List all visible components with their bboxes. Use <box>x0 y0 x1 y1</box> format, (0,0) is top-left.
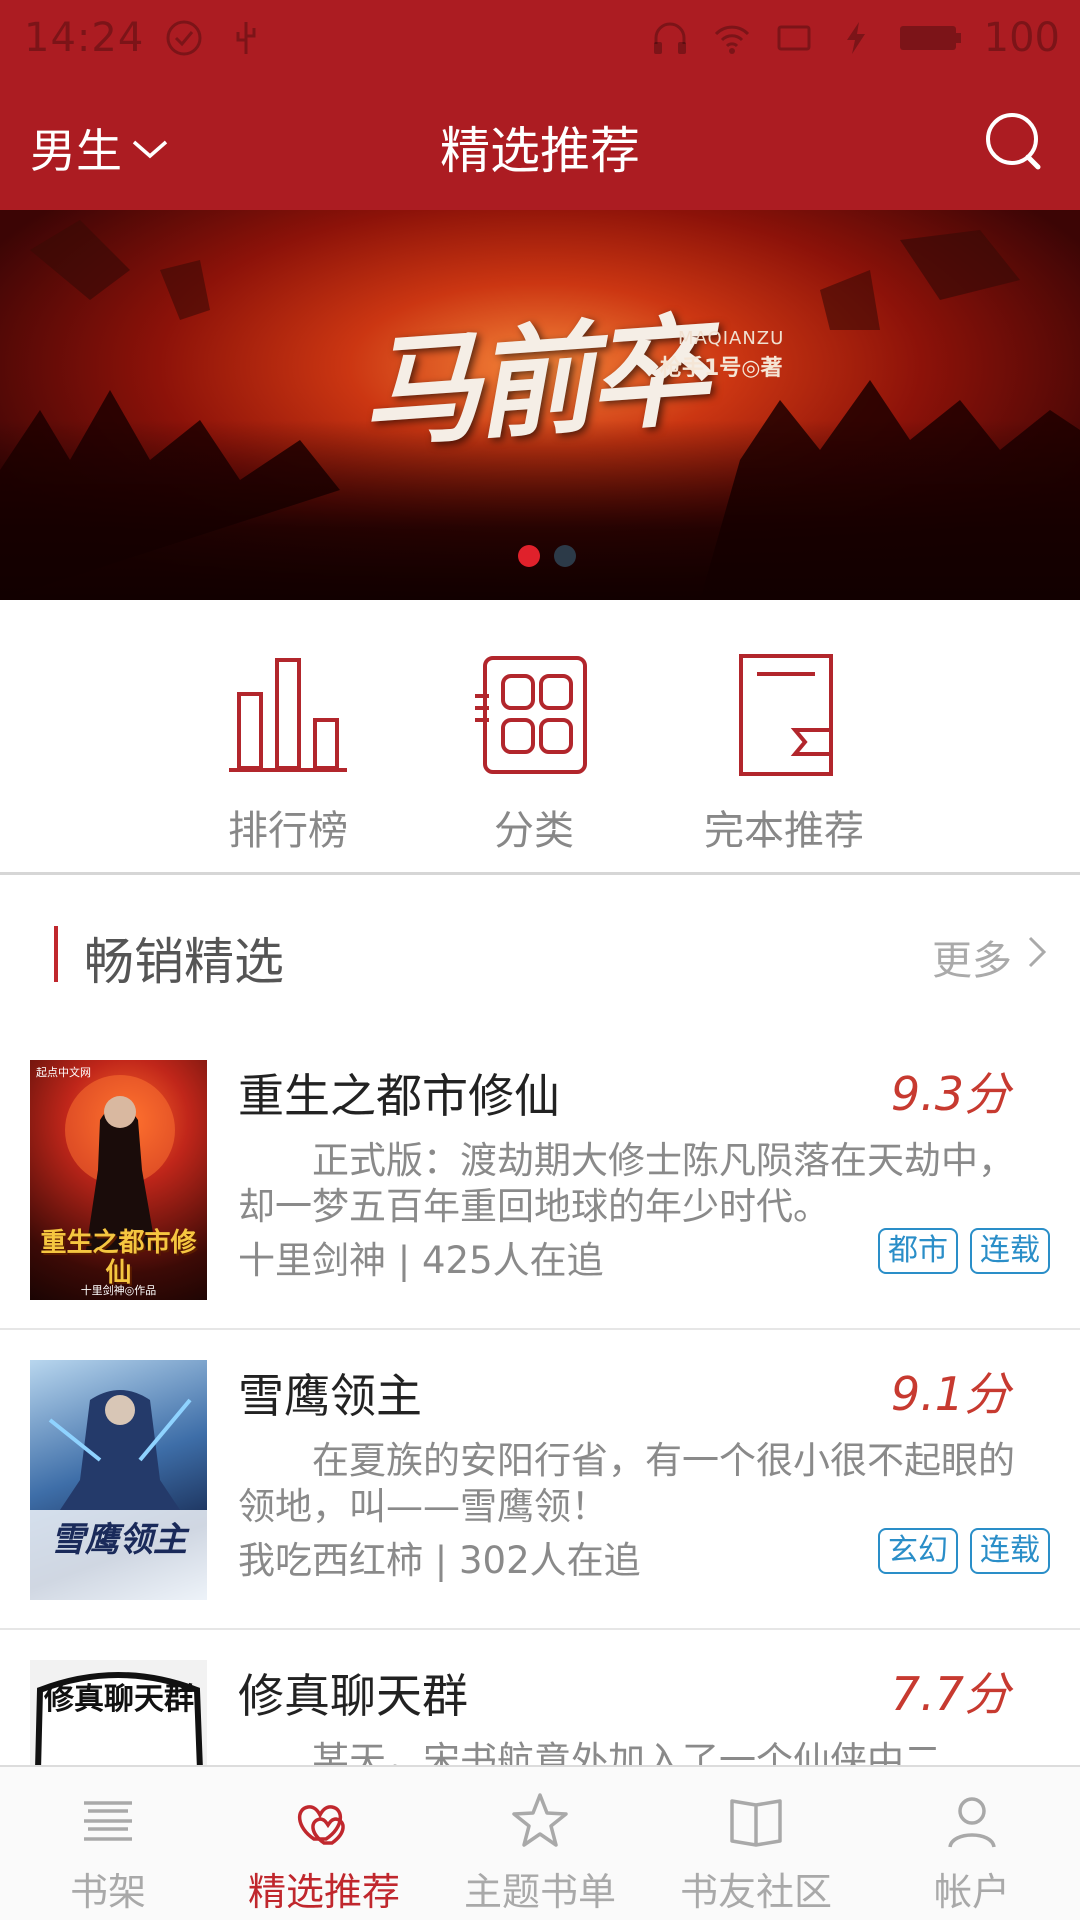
status-tag[interactable]: 连载 <box>970 1528 1050 1574</box>
banner-dot[interactable] <box>554 545 576 567</box>
tab-label: 精选推荐 <box>247 1870 400 1914</box>
book-complete-icon <box>719 650 849 780</box>
wifi-icon <box>710 16 754 60</box>
promo-banner[interactable]: 马前卒 MAQIANZU 枪手1号◎著 <box>0 210 1080 600</box>
cover-figure-illustration <box>30 1390 207 1600</box>
status-bar: 14:24 100 <box>0 0 1080 75</box>
hearts-icon <box>292 1789 356 1853</box>
bar-chart-icon <box>223 650 353 780</box>
book-description: 正式版：渡劫期大修士陈凡陨落在天劫中，却一梦五百年重回地球的年少时代。 <box>238 1139 1015 1228</box>
tab-label: 帐户 <box>933 1870 1010 1914</box>
category-grid-icon <box>469 650 599 780</box>
tab-account[interactable]: 帐户 <box>864 1767 1080 1920</box>
book-meta: 我吃西红柿 | 302人在追 <box>238 1539 641 1582</box>
quick-nav-categories[interactable]: 分类 <box>424 650 644 856</box>
book-score: 9.3分 <box>890 1067 1010 1121</box>
banner-book-latin: MAQIANZU <box>678 328 785 349</box>
book-score: 9.1分 <box>890 1367 1010 1421</box>
book-cover[interactable]: 雪鹰领主 <box>30 1360 207 1600</box>
check-circle-icon <box>162 16 206 60</box>
status-time: 14:24 <box>24 14 145 61</box>
banner-pagination <box>518 545 576 567</box>
more-link[interactable]: 更多 <box>932 928 1050 986</box>
cover-title-text: 修真聊天群 <box>44 1682 194 1717</box>
cover-title-text: 重生之都市修仙 <box>40 1228 197 1288</box>
banner-book-title: 马前卒 <box>356 300 708 465</box>
genre-tag[interactable]: 玄幻 <box>878 1528 958 1574</box>
quick-nav-rankings[interactable]: 排行榜 <box>178 650 398 856</box>
charging-icon <box>834 16 878 60</box>
screen-icon <box>772 16 816 60</box>
tab-label: 主题书单 <box>463 1870 616 1914</box>
more-link-label: 更多 <box>932 938 1012 984</box>
quick-nav-completed[interactable]: 完本推荐 <box>674 650 894 856</box>
tab-label: 书友社区 <box>679 1870 832 1914</box>
book-tags: 玄幻 连载 <box>878 1528 1050 1574</box>
tab-bookshelf[interactable]: 书架 <box>0 1767 216 1920</box>
book-title: 雪鹰领主 <box>238 1369 422 1423</box>
battery-icon <box>896 16 966 60</box>
book-description: 在夏族的安阳行省，有一个很小很不起眼的领地，叫——雪鹰领！ <box>238 1439 1015 1528</box>
genre-tag[interactable]: 都市 <box>878 1228 958 1274</box>
quick-nav-label: 分类 <box>494 808 574 854</box>
headphones-icon <box>648 16 692 60</box>
book-tags: 都市 连载 <box>878 1228 1050 1274</box>
tab-label: 书架 <box>69 1870 146 1914</box>
book-cover[interactable]: 起点中文网 重生之都市修仙 十里剑神◎作品 <box>30 1060 207 1300</box>
banner-book-author: 枪手1号◎著 <box>660 356 783 381</box>
cover-caption: 十里剑神◎作品 <box>80 1284 157 1297</box>
book-list-item[interactable]: 起点中文网 重生之都市修仙 十里剑神◎作品 重生之都市修仙 9.3分 正式版：渡… <box>0 1030 1080 1330</box>
bottom-nav: 书架 精选推荐 主题书单 书友社区 帐户 <box>0 1765 1080 1920</box>
status-right: 100 <box>648 15 1060 61</box>
tab-featured[interactable]: 精选推荐 <box>216 1767 432 1920</box>
banner-dot-active[interactable] <box>518 545 540 567</box>
tab-community[interactable]: 书友社区 <box>648 1767 864 1920</box>
section-title: 畅销精选 <box>84 933 284 991</box>
status-left: 14:24 <box>24 15 268 61</box>
book-meta: 十里剑神 | 425人在追 <box>238 1239 604 1282</box>
open-book-icon <box>724 1789 788 1853</box>
book-title: 修真聊天群 <box>238 1669 468 1723</box>
quick-nav-label: 排行榜 <box>228 808 348 854</box>
user-icon <box>940 1789 1004 1853</box>
book-list-item[interactable]: 雪鹰领主 雪鹰领主 9.1分 在夏族的安阳行省，有一个很小很不起眼的领地，叫——… <box>0 1330 1080 1630</box>
book-score: 7.7分 <box>890 1667 1010 1721</box>
quick-nav: 排行榜 分类 完本推荐 <box>0 600 1080 875</box>
usb-icon <box>224 16 268 60</box>
bookshelf-icon <box>76 1789 140 1853</box>
tab-themed-lists[interactable]: 主题书单 <box>432 1767 648 1920</box>
cover-title-text: 雪鹰领主 <box>51 1520 187 1560</box>
app-bar: 男生 精选推荐 <box>0 75 1080 210</box>
cover-publisher: 起点中文网 <box>36 1066 91 1079</box>
quick-nav-label: 完本推荐 <box>704 808 864 854</box>
status-tag[interactable]: 连载 <box>970 1228 1050 1274</box>
chevron-right-icon <box>1024 932 1050 982</box>
star-icon <box>508 1789 572 1853</box>
book-title: 重生之都市修仙 <box>238 1069 560 1123</box>
page-title: 精选推荐 <box>440 122 640 180</box>
battery-percent: 100 <box>983 14 1060 61</box>
section-accent-bar <box>54 926 58 982</box>
section-header: 畅销精选 更多 <box>0 880 1080 1030</box>
search-icon[interactable] <box>982 109 1046 173</box>
